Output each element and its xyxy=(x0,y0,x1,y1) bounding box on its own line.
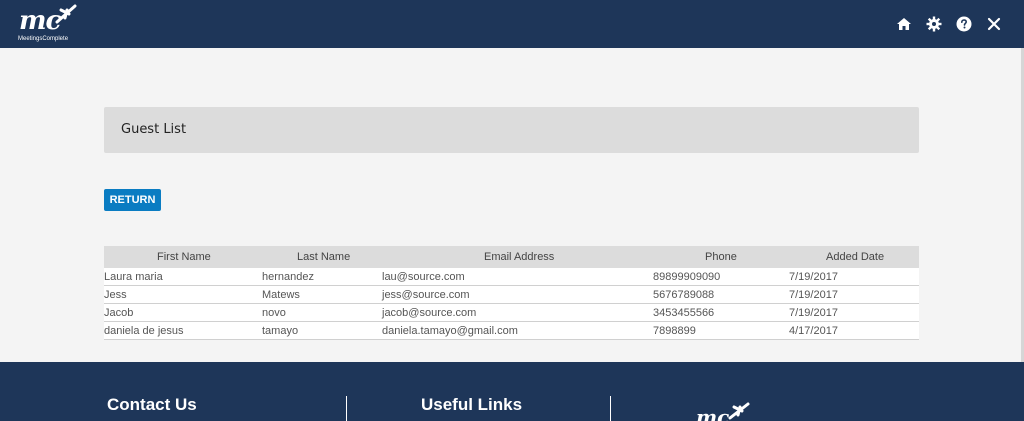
cell-phone: 5676789088 xyxy=(653,289,715,301)
cell-last-name: tamayo xyxy=(262,325,299,337)
cell-first-name: Jess xyxy=(104,289,127,301)
cell-phone: 7898899 xyxy=(653,325,696,337)
column-header-last-name[interactable]: Last Name xyxy=(297,251,350,263)
cell-first-name: Jacob xyxy=(104,307,134,319)
logo-brand-text: MeetingsComplete xyxy=(18,36,69,42)
cell-first-name: Laura maria xyxy=(104,271,163,283)
svg-text:mc: mc xyxy=(696,405,729,421)
column-header-phone[interactable]: Phone xyxy=(705,251,737,263)
cell-email: jacob@source.com xyxy=(382,307,477,319)
footer-logo-icon: mc xyxy=(696,402,750,421)
footer-divider xyxy=(346,396,347,421)
column-header-first-name[interactable]: First Name xyxy=(157,251,211,263)
close-icon[interactable] xyxy=(984,14,1004,34)
gear-icon[interactable] xyxy=(924,14,944,34)
guest-list-header: Guest List xyxy=(104,107,919,153)
table-header: First Name Last Name Email Address Phone… xyxy=(104,246,919,268)
column-header-email[interactable]: Email Address xyxy=(484,251,554,263)
guest-table: First Name Last Name Email Address Phone… xyxy=(104,246,919,340)
cell-last-name: Matews xyxy=(262,289,300,301)
cell-added-date: 7/19/2017 xyxy=(789,307,838,319)
cell-email: daniela.tamayo@gmail.com xyxy=(382,325,518,337)
cell-added-date: 7/19/2017 xyxy=(789,271,838,283)
help-icon[interactable] xyxy=(954,14,974,34)
cell-email: lau@source.com xyxy=(382,271,465,283)
cell-phone: 3453455566 xyxy=(653,307,715,319)
cell-phone: 89899909090 xyxy=(653,271,721,283)
table-row[interactable]: Jacob novo jacob@source.com 3453455566 7… xyxy=(104,304,919,322)
cell-last-name: novo xyxy=(262,307,286,319)
cell-last-name: hernandez xyxy=(262,271,314,283)
footer-contact-title: Contact Us xyxy=(107,395,197,414)
cell-added-date: 4/17/2017 xyxy=(789,325,838,337)
cell-first-name: daniela de jesus xyxy=(104,325,184,337)
footer-divider xyxy=(610,396,611,421)
cell-added-date: 7/19/2017 xyxy=(789,289,838,301)
table-row[interactable]: daniela de jesus tamayo daniela.tamayo@g… xyxy=(104,322,919,340)
table-row[interactable]: Jess Matews jess@source.com 5676789088 7… xyxy=(104,286,919,304)
footer-links-title: Useful Links xyxy=(421,395,523,414)
cell-email: jess@source.com xyxy=(382,289,470,301)
page-title: Guest List xyxy=(121,122,187,137)
return-button[interactable]: RETURN xyxy=(104,189,161,211)
column-header-added-date[interactable]: Added Date xyxy=(826,251,884,263)
footer: Contact Us Useful Links mc xyxy=(0,362,1024,421)
top-navbar: mc MeetingsComplete xyxy=(0,0,1024,48)
table-row[interactable]: Laura maria hernandez lau@source.com 898… xyxy=(104,268,919,286)
airplane-icon xyxy=(55,4,77,24)
meetingscomplete-logo[interactable]: mc MeetingsComplete xyxy=(17,4,87,46)
home-icon[interactable] xyxy=(894,14,914,34)
